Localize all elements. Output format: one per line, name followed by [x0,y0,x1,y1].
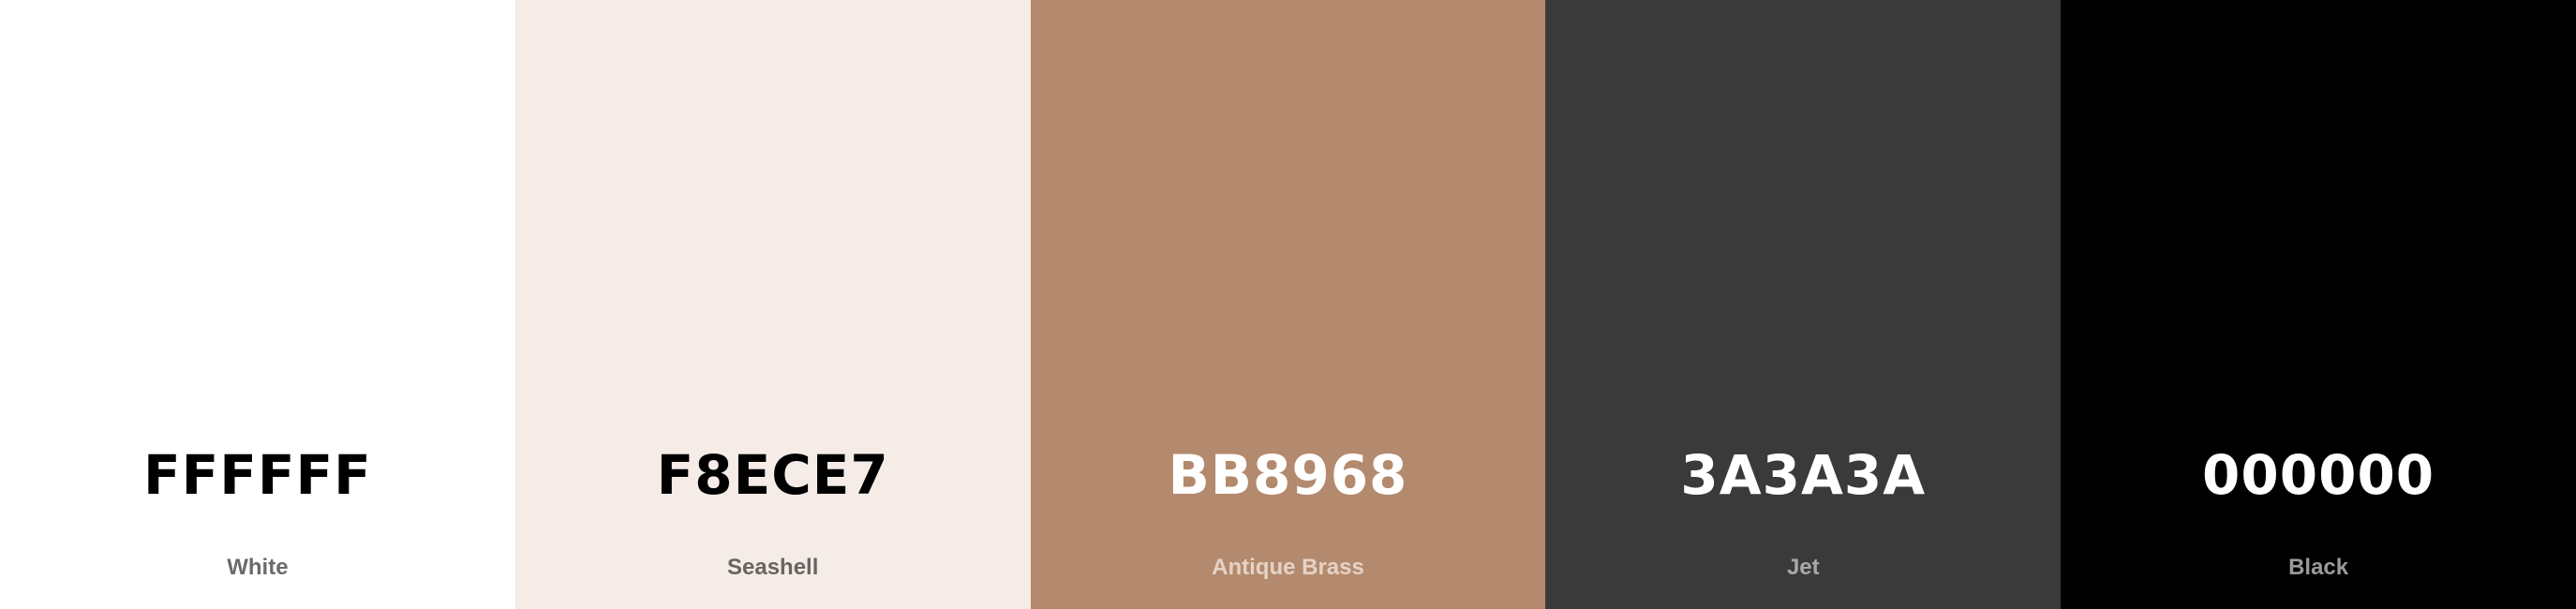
hex-code: FFFFFF [143,443,372,507]
color-name: Antique Brass [1212,555,1364,580]
color-name: Black [2288,555,2349,580]
hex-code: BB8968 [1168,443,1408,507]
swatch-jet[interactable]: 3A3A3A Jet [1545,0,2062,609]
swatch-antique-brass[interactable]: BB8968 Antique Brass [1030,0,1546,609]
swatch-seashell[interactable]: F8ECE7 Seashell [514,0,1031,609]
color-name: White [227,555,289,580]
hex-code: 000000 [2202,443,2435,507]
hex-code: F8ECE7 [656,443,889,507]
color-palette: FFFFFF White F8ECE7 Seashell BB8968 Anti… [0,0,2576,609]
color-name: Jet [1786,555,1820,580]
hex-code: 3A3A3A [1680,443,1927,507]
swatch-white[interactable]: FFFFFF White [0,0,515,609]
color-name: Seashell [726,555,819,580]
swatch-black[interactable]: 000000 Black [2061,0,2576,609]
